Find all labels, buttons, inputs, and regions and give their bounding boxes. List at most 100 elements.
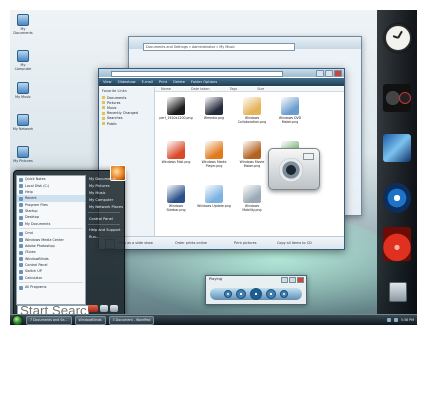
column-tags[interactable]: Tags <box>230 87 238 91</box>
minimize-button[interactable] <box>316 70 324 77</box>
shutdown-options-button[interactable] <box>110 305 118 312</box>
taskbar-button[interactable]: WindowBlinds <box>74 315 106 325</box>
camera-icon <box>268 148 320 190</box>
cmd-print[interactable]: Print <box>159 80 167 84</box>
action-order-prints[interactable]: Order prints online <box>175 241 207 245</box>
cpu-meter-gadget[interactable] <box>383 84 411 112</box>
media-player-window[interactable]: Playing <box>205 275 307 305</box>
column-date[interactable]: Date taken <box>191 87 210 91</box>
start-right-item[interactable]: My Music <box>87 189 121 196</box>
file-item[interactable]: Wmedia.png <box>197 97 231 121</box>
start-menu-programs: Quick Notes Local Disk (C:) Help Recent … <box>16 175 86 305</box>
start-menu: Quick Notes Local Disk (C:) Help Recent … <box>13 165 126 320</box>
start-right-item[interactable]: Run... <box>87 233 121 240</box>
media-gadget[interactable] <box>383 183 411 213</box>
desktop-icon-label: My Computer <box>14 63 32 71</box>
windows-sidebar <box>377 10 417 315</box>
power-button[interactable] <box>88 305 98 312</box>
file-item[interactable]: Windows Mobility.png <box>235 185 269 212</box>
file-item[interactable]: Windows Sidebar.png <box>159 185 193 212</box>
transport-controls <box>210 288 302 300</box>
file-item[interactable]: Windows Media Player.png <box>197 141 231 168</box>
desktop-icon-my-music[interactable]: My Music <box>12 82 34 99</box>
desktop-icon-my-computer[interactable]: My Computer <box>12 50 34 71</box>
start-pinned-item[interactable]: My Documents <box>17 221 85 227</box>
start-right-item[interactable]: Control Panel <box>87 215 121 222</box>
start-right-item[interactable]: My Computer <box>87 197 121 204</box>
action-print[interactable]: Print pictures <box>234 241 257 245</box>
previous-button[interactable] <box>236 289 246 299</box>
start-right-item[interactable]: My Pictures <box>87 182 121 189</box>
play-pause-button[interactable] <box>250 288 262 300</box>
file-name: perf_1920x1200.png <box>159 116 193 120</box>
camera-flash <box>303 153 314 160</box>
pictures-folder-icon <box>17 146 29 158</box>
cmd-folder-options[interactable]: Folder Options <box>191 80 217 84</box>
desktop-screen: My Documents My Computer My Music My Net… <box>10 10 417 325</box>
tray-clock[interactable]: 5:36 PM <box>401 318 414 322</box>
file-name: Windows Movie Maker.png <box>239 160 265 168</box>
folder-documents-icon <box>17 14 29 26</box>
all-programs-button[interactable]: All Programs <box>17 284 85 290</box>
cmd-view[interactable]: View <box>103 80 112 84</box>
file-thumbnail-icon <box>243 141 261 159</box>
desktop-icon-label: My Music <box>15 95 31 99</box>
maximize-button[interactable] <box>289 277 296 283</box>
volume-button[interactable] <box>280 290 288 298</box>
start-right-item[interactable]: My Documents <box>87 175 121 182</box>
file-item[interactable]: Windows Collaboration.png <box>235 97 269 124</box>
file-thumbnail-icon <box>167 185 185 203</box>
column-name[interactable]: Name <box>161 87 171 91</box>
desktop-icon-label: My Network <box>12 127 34 131</box>
file-item[interactable]: Windows Movie Maker.png <box>235 141 269 168</box>
start-right-item[interactable]: Help and Support <box>87 226 121 233</box>
network-icon <box>17 114 29 126</box>
desktop-icon-my-network[interactable]: My Network <box>12 114 34 131</box>
minimize-button[interactable] <box>281 277 288 283</box>
taskbar-button[interactable]: 7 Documents and Se... <box>26 315 72 325</box>
details-pane: Play as a slide show Order prints online… <box>99 236 344 249</box>
slideshow-gadget[interactable] <box>383 134 411 162</box>
file-item[interactable]: Windows Mail.png <box>159 141 193 165</box>
window-titlebar[interactable] <box>99 69 344 77</box>
taskbar-button[interactable]: 3 Document - WordPad <box>108 315 155 325</box>
shuffle-button[interactable] <box>224 290 232 298</box>
desktop-icon-label: My Documents <box>13 27 33 35</box>
file-thumbnail-icon <box>243 97 261 115</box>
file-item[interactable]: Windows DVD Maker.png <box>273 97 307 124</box>
address-bar[interactable] <box>111 71 283 77</box>
file-thumbnail-icon <box>205 141 223 159</box>
lock-button[interactable] <box>100 305 108 312</box>
music-folder-icon <box>17 82 29 94</box>
start-orb-icon[interactable] <box>12 314 23 325</box>
desktop-icon-my-documents[interactable]: My Documents <box>12 14 34 35</box>
start-right-item[interactable]: My Network Places <box>87 204 123 211</box>
menu-divider <box>19 228 83 229</box>
window-controls <box>316 70 342 77</box>
close-button[interactable] <box>297 277 304 283</box>
photo-gadget[interactable] <box>383 227 411 261</box>
action-copy-cd[interactable]: Copy all items to CD <box>277 241 312 245</box>
column-size[interactable]: Size <box>257 87 264 91</box>
file-thumbnail-icon <box>167 97 185 115</box>
recycle-bin-icon[interactable] <box>389 282 407 302</box>
file-item[interactable]: Windows Update.png <box>197 185 231 209</box>
nav-item-public[interactable]: Public <box>99 121 154 126</box>
file-name: Windows DVD Maker.png <box>278 116 302 124</box>
cmd-delete[interactable]: Delete <box>173 80 185 84</box>
file-thumbnail-icon <box>205 185 223 203</box>
file-thumbnail-icon <box>205 97 223 115</box>
file-thumbnail-icon <box>243 185 261 203</box>
file-item[interactable]: perf_1920x1200.png <box>159 97 193 121</box>
next-button[interactable] <box>266 289 276 299</box>
network-tray-icon[interactable] <box>386 318 391 322</box>
maximize-button[interactable] <box>325 70 333 77</box>
cmd-email[interactable]: E-mail <box>142 80 153 84</box>
cmd-slideshow[interactable]: Slideshow <box>118 80 136 84</box>
desktop-icon-my-pictures[interactable]: My Pictures <box>12 146 34 163</box>
address-bar[interactable]: Documents and Settings » Administrator »… <box>143 43 295 51</box>
close-button[interactable] <box>334 70 342 77</box>
start-recent-item[interactable]: Calculator <box>17 275 85 281</box>
clock-gadget[interactable] <box>384 24 412 52</box>
volume-tray-icon[interactable] <box>393 318 398 322</box>
